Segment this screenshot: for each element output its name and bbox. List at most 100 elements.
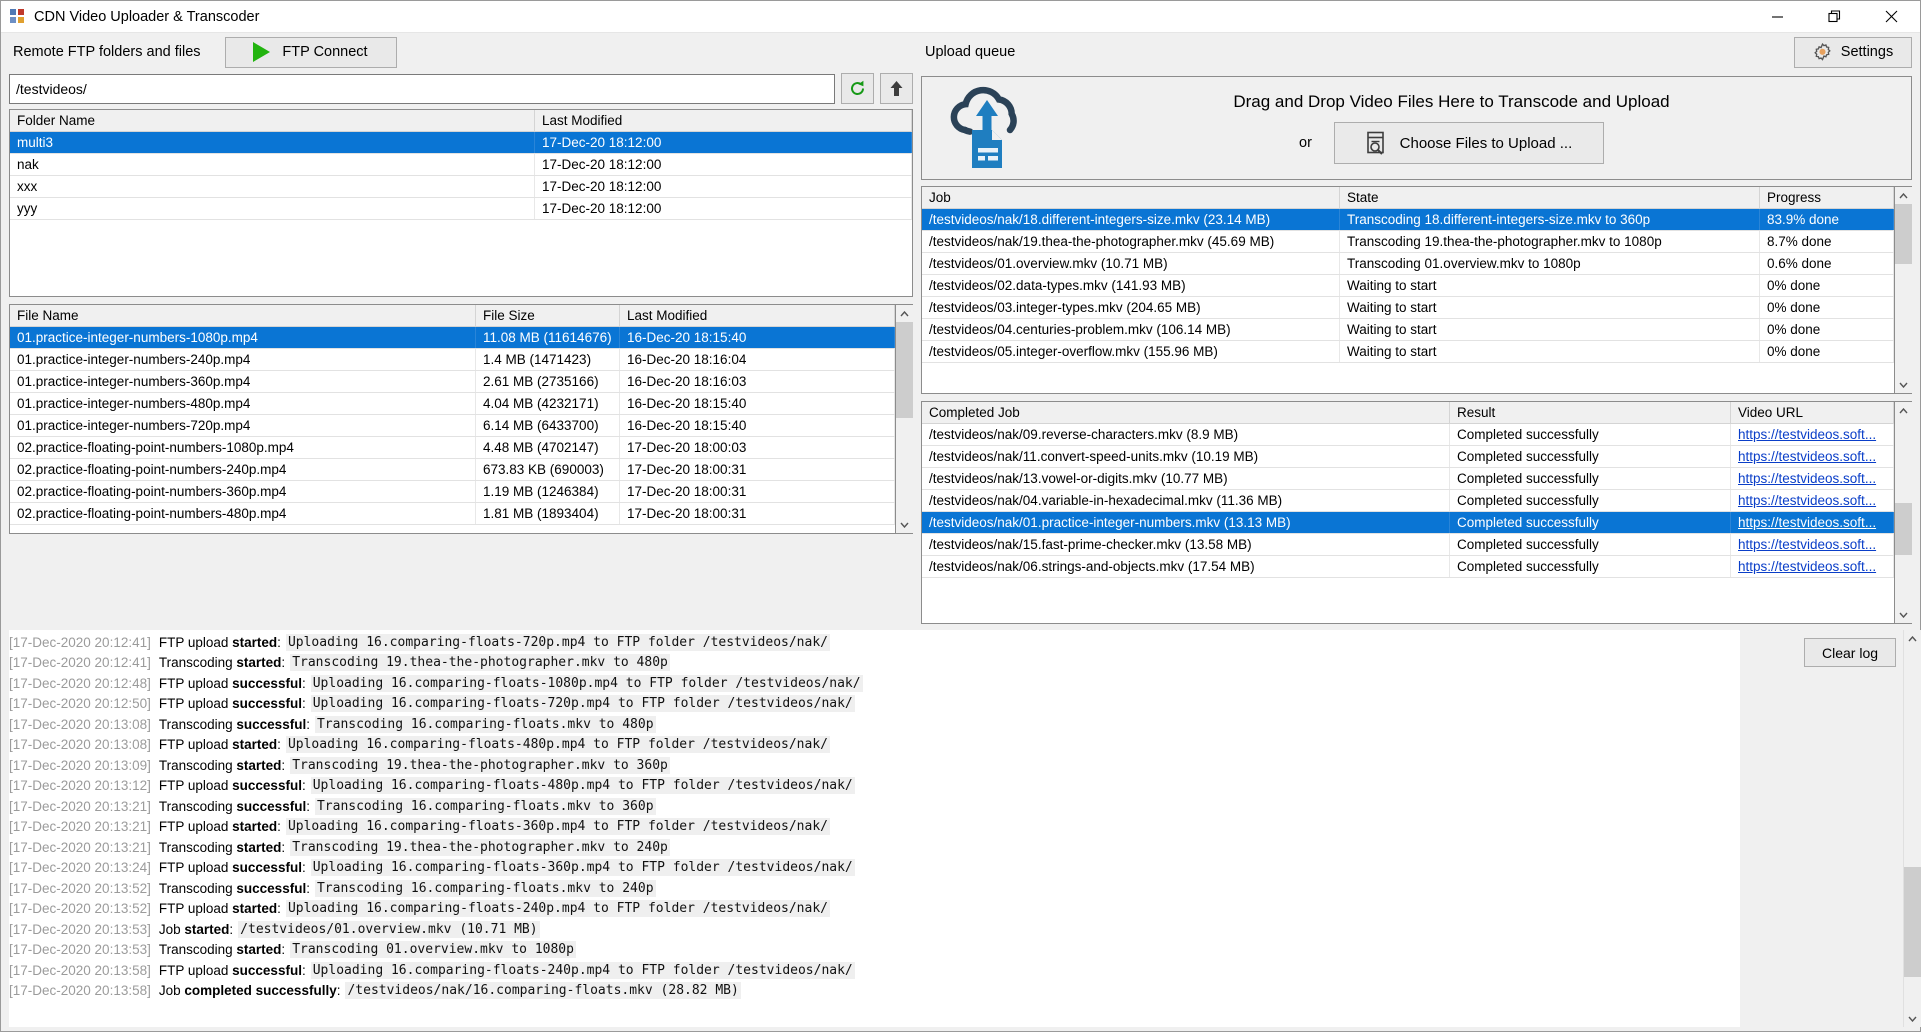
file-row[interactable]: 02.practice-floating-point-numbers-360p.…	[10, 481, 895, 503]
folder-row[interactable]: yyy 17-Dec-20 18:12:00	[10, 198, 912, 220]
file-row[interactable]: 02.practice-floating-point-numbers-1080p…	[10, 437, 895, 459]
ftp-connect-label: FTP Connect	[282, 44, 368, 60]
clear-log-button[interactable]: Clear log	[1804, 638, 1896, 667]
completed-row[interactable]: /testvideos/nak/04.variable-in-hexadecim…	[922, 490, 1894, 512]
log-message: Uploading 16.comparing-floats-1080p.mp4 …	[310, 674, 863, 692]
completed-row[interactable]: /testvideos/nak/06.strings-and-objects.m…	[922, 556, 1894, 578]
job-queue-list[interactable]: Job State Progress /testvideos/nak/18.di…	[921, 186, 1895, 394]
ftp-path-input[interactable]: /testvideos/	[9, 73, 835, 104]
file-col-name[interactable]: File Name	[10, 305, 476, 326]
log-output[interactable]: [17-Dec-2020 20:12:41] FTP upload started…	[9, 630, 1740, 1027]
completed-job-cell: /testvideos/nak/13.vowel-or-digits.mkv (…	[922, 468, 1450, 489]
video-url-link[interactable]: https://testvideos.soft...	[1738, 449, 1876, 464]
job-row[interactable]: /testvideos/04.centuries-problem.mkv (10…	[922, 319, 1894, 341]
folder-col-name[interactable]: Folder Name	[10, 110, 535, 131]
job-col-progress[interactable]: Progress	[1760, 187, 1894, 208]
completed-row[interactable]: /testvideos/nak/15.fast-prime-checker.mk…	[922, 534, 1894, 556]
job-row[interactable]: /testvideos/05.integer-overflow.mkv (155…	[922, 341, 1894, 363]
folder-list-body: multi3 17-Dec-20 18:12:00 nak 17-Dec-20 18:…	[10, 132, 912, 296]
completed-job-cell: /testvideos/nak/04.variable-in-hexadecim…	[922, 490, 1450, 511]
log-timestamp: [17-Dec-2020 20:13:09]	[9, 757, 151, 773]
completed-col-job[interactable]: Completed Job	[922, 402, 1450, 423]
folder-name-cell: multi3	[10, 132, 535, 153]
job-queue-scrollbar[interactable]	[1894, 186, 1912, 394]
file-row[interactable]: 02.practice-floating-point-numbers-480p.…	[10, 503, 895, 525]
completed-scroll-thumb[interactable]	[1894, 503, 1912, 555]
file-name-cell: 01.practice-integer-numbers-480p.mp4	[10, 393, 476, 414]
file-modified-cell: 17-Dec-20 18:00:31	[620, 459, 895, 480]
video-url-link[interactable]: https://testvideos.soft...	[1738, 537, 1876, 552]
scroll-down-icon[interactable]	[1903, 1010, 1921, 1027]
completed-jobs-scrollbar[interactable]	[1894, 401, 1912, 624]
file-col-size[interactable]: File Size	[476, 305, 620, 326]
log-kind: Job completed successfully:	[158, 983, 341, 999]
file-row[interactable]: 01.practice-integer-numbers-240p.mp4 1.4 …	[10, 349, 895, 371]
scroll-up-icon[interactable]	[1894, 187, 1912, 204]
job-row[interactable]: /testvideos/02.data-types.mkv (141.93 MB…	[922, 275, 1894, 297]
scroll-up-icon[interactable]	[895, 305, 913, 322]
job-name-cell: /testvideos/03.integer-types.mkv (204.65…	[922, 297, 1340, 318]
folder-col-modified[interactable]: Last Modified	[535, 110, 912, 131]
video-url-link[interactable]: https://testvideos.soft...	[1738, 515, 1876, 530]
video-url-link[interactable]: https://testvideos.soft...	[1738, 559, 1876, 574]
folder-row[interactable]: nak 17-Dec-20 18:12:00	[10, 154, 912, 176]
file-row[interactable]: 01.practice-integer-numbers-720p.mp4 6.14…	[10, 415, 895, 437]
file-col-modified[interactable]: Last Modified	[620, 305, 895, 326]
job-col-state[interactable]: State	[1340, 187, 1760, 208]
job-scroll-thumb[interactable]	[1894, 204, 1912, 264]
scroll-down-icon[interactable]	[895, 516, 913, 533]
parent-folder-button[interactable]	[880, 73, 913, 104]
file-scroll-track[interactable]	[895, 322, 913, 516]
job-row[interactable]: /testvideos/01.overview.mkv (10.71 MB) Tr…	[922, 253, 1894, 275]
scroll-up-icon[interactable]	[1903, 630, 1921, 647]
job-scroll-track[interactable]	[1894, 204, 1912, 376]
log-message: /testvideos/nak/16.comparing-floats.mkv …	[345, 982, 741, 1000]
completed-row[interactable]: /testvideos/nak/11.convert-speed-units.m…	[922, 446, 1894, 468]
folder-row[interactable]: xxx 17-Dec-20 18:12:00	[10, 176, 912, 198]
file-row[interactable]: 01.practice-integer-numbers-1080p.mp4 11.…	[10, 327, 895, 349]
log-timestamp: [17-Dec-2020 20:12:41]	[9, 655, 151, 671]
log-scroll-thumb[interactable]	[1903, 867, 1921, 977]
job-row[interactable]: /testvideos/nak/19.thea-the-photographer…	[922, 231, 1894, 253]
job-row[interactable]: /testvideos/03.integer-types.mkv (204.65…	[922, 297, 1894, 319]
drop-zone[interactable]: Drag and Drop Video Files Here to Transc…	[921, 76, 1912, 180]
completed-row[interactable]: /testvideos/nak/01.practice-integer-numb…	[922, 512, 1894, 534]
job-col-job[interactable]: Job	[922, 187, 1340, 208]
file-list[interactable]: File Name File Size Last Modified 01.pra…	[9, 304, 896, 534]
video-url-link[interactable]: https://testvideos.soft...	[1738, 493, 1876, 508]
scroll-up-icon[interactable]	[1894, 402, 1912, 419]
refresh-button[interactable]	[841, 73, 874, 104]
completed-row[interactable]: /testvideos/nak/09.reverse-characters.mk…	[922, 424, 1894, 446]
completed-col-url[interactable]: Video URL	[1731, 402, 1894, 423]
file-row[interactable]: 01.practice-integer-numbers-360p.mp4 2.61…	[10, 371, 895, 393]
folder-row[interactable]: multi3 17-Dec-20 18:12:00	[10, 132, 912, 154]
video-url-link[interactable]: https://testvideos.soft...	[1738, 471, 1876, 486]
log-message: Transcoding 16.comparing-floats.mkv to 2…	[314, 879, 656, 897]
maximize-restore-button[interactable]	[1806, 1, 1863, 33]
file-row[interactable]: 02.practice-floating-point-numbers-240p.…	[10, 459, 895, 481]
log-scrollbar[interactable]	[1903, 630, 1921, 1027]
close-button[interactable]	[1863, 1, 1920, 33]
file-list-scrollbar[interactable]	[895, 304, 913, 534]
scroll-down-icon[interactable]	[1894, 376, 1912, 393]
file-scroll-thumb[interactable]	[895, 322, 913, 418]
log-scroll-track[interactable]	[1903, 647, 1921, 1010]
completed-scroll-track[interactable]	[1894, 419, 1912, 606]
job-row[interactable]: /testvideos/nak/18.different-integers-si…	[922, 209, 1894, 231]
completed-row[interactable]: /testvideos/nak/13.vowel-or-digits.mkv (…	[922, 468, 1894, 490]
completed-jobs-list[interactable]: Completed Job Result Video URL /testvide…	[921, 401, 1895, 624]
completed-col-result[interactable]: Result	[1450, 402, 1731, 423]
job-progress-cell: 8.7% done	[1760, 231, 1894, 252]
file-row[interactable]: 01.practice-integer-numbers-480p.mp4 4.04…	[10, 393, 895, 415]
scroll-down-icon[interactable]	[1894, 606, 1912, 623]
app-icon	[10, 8, 26, 25]
folder-list[interactable]: Folder Name Last Modified multi3 17-Dec-2…	[9, 109, 913, 297]
settings-button[interactable]: Settings	[1794, 36, 1912, 68]
log-line: [17-Dec-2020 20:12:50] FTP upload success…	[9, 694, 1740, 715]
or-label: or	[1299, 135, 1312, 151]
minimize-button[interactable]	[1749, 1, 1806, 33]
video-url-link[interactable]: https://testvideos.soft...	[1738, 427, 1876, 442]
choose-files-button[interactable]: Choose Files to Upload ...	[1333, 122, 1604, 164]
ftp-connect-button[interactable]: FTP Connect	[224, 36, 397, 68]
folder-name-cell: nak	[10, 154, 535, 175]
